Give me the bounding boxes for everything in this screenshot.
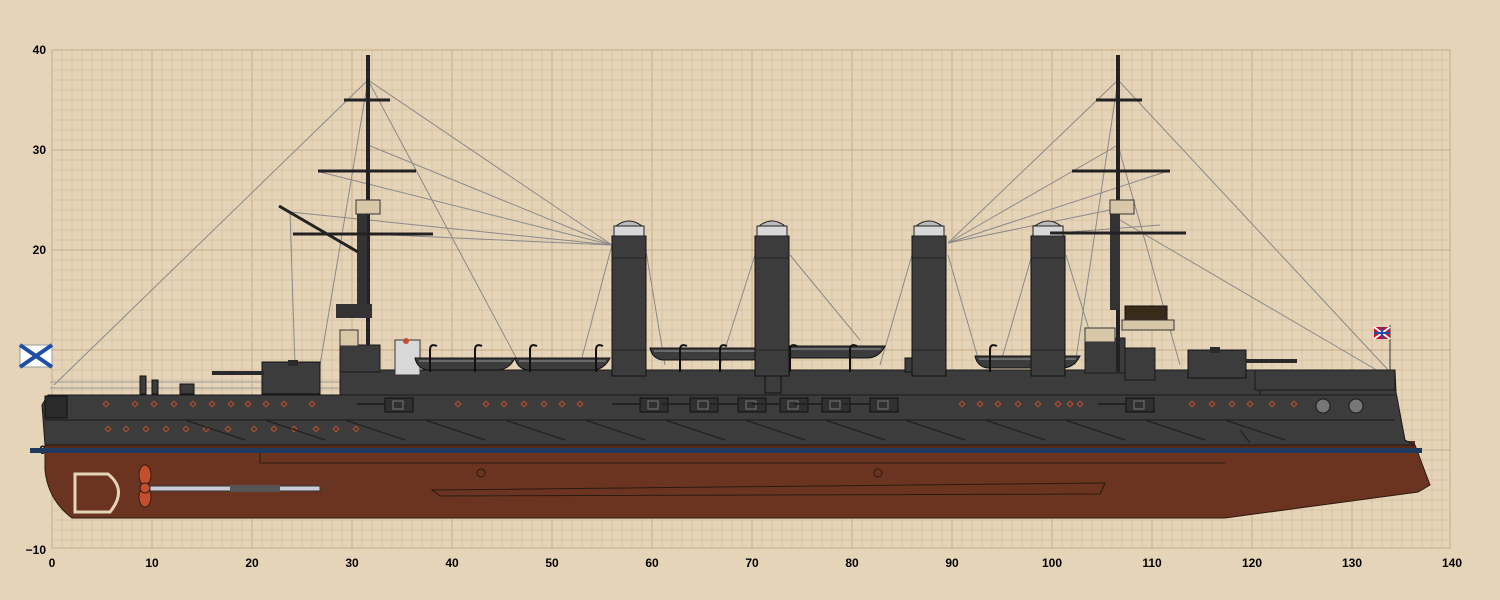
ship-profile-drawing: 0 10 20 30 40 50 60 70 80 90 100 110 120 130 140 40 30 2… — [18, 43, 1463, 570]
x-tick-label: 40 — [445, 556, 459, 570]
waterline-stripe — [30, 448, 1422, 453]
propeller-icon — [138, 464, 152, 508]
rudder — [73, 472, 120, 514]
forward-turret — [212, 360, 321, 395]
bow-bulwark — [44, 395, 68, 419]
aft-superstructure — [1124, 347, 1156, 381]
x-tick-label: 130 — [1342, 556, 1362, 570]
superstructure-main — [339, 369, 1261, 396]
x-tick-label: 100 — [1042, 556, 1062, 570]
st-andrew-cross-flag — [18, 343, 54, 369]
y-tick-label: 20 — [33, 243, 47, 257]
x-axis-ticks: 0 10 20 30 40 50 60 70 80 90 100 110 120 130 140 — [49, 556, 1463, 570]
x-tick-label: 140 — [1442, 556, 1462, 570]
x-tick-label: 80 — [845, 556, 859, 570]
x-tick-label: 60 — [645, 556, 659, 570]
aft-platform — [1121, 319, 1175, 331]
hull-lower — [44, 444, 1431, 519]
propeller-shaft — [149, 485, 321, 492]
forward-bridge — [339, 344, 381, 373]
searchlight-icon — [403, 338, 409, 344]
x-tick-label: 120 — [1242, 556, 1262, 570]
y-tick-label: −10 — [26, 543, 47, 557]
x-tick-label: 0 — [49, 556, 56, 570]
x-tick-label: 90 — [945, 556, 959, 570]
x-tick-label: 30 — [345, 556, 359, 570]
x-tick-label: 50 — [545, 556, 559, 570]
x-tick-label: 70 — [745, 556, 759, 570]
x-tick-label: 20 — [245, 556, 259, 570]
rear-deckhouse — [1254, 369, 1396, 391]
x-tick-label: 10 — [145, 556, 159, 570]
y-tick-label: 30 — [33, 143, 47, 157]
y-tick-label: 40 — [33, 43, 47, 57]
y-axis-ticks: 403020100−10 — [26, 43, 47, 557]
aft-charthouse — [1124, 305, 1168, 321]
x-tick-label: 110 — [1142, 556, 1162, 570]
